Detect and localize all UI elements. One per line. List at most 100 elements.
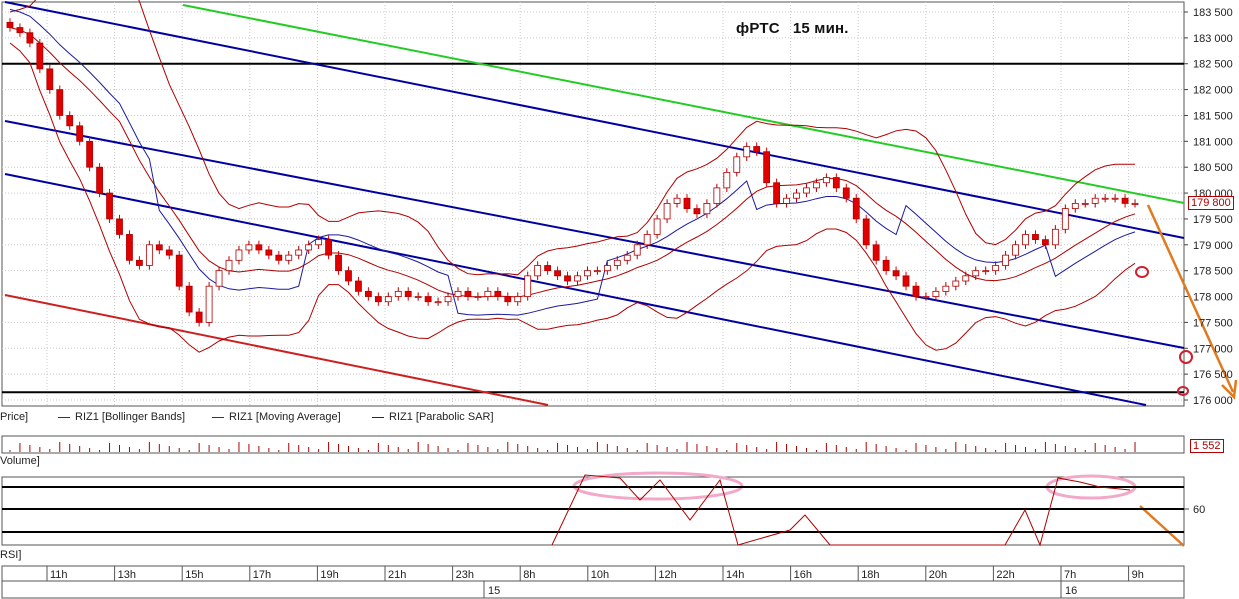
candle-body: [464, 290, 472, 297]
candle-body: [335, 254, 342, 272]
candle-body: [982, 270, 990, 273]
candle-body: [136, 259, 143, 266]
candle-body: [912, 285, 920, 297]
time-tick-label: 15h: [185, 569, 203, 581]
candle-body: [763, 151, 771, 184]
rsi-pane-label: RSI]: [0, 549, 22, 561]
candle-body: [504, 296, 512, 303]
candle-body: [584, 270, 591, 277]
candle-body: [643, 234, 651, 246]
candle-body: [872, 244, 880, 261]
time-tick-label: 18h: [861, 569, 879, 581]
price-tick-label: 183 000: [1193, 33, 1233, 45]
price-tick-label: 178 000: [1193, 292, 1233, 304]
candle-body: [185, 285, 193, 313]
candle-body: [404, 290, 412, 297]
candle-body: [723, 171, 731, 189]
candle-body: [325, 239, 332, 256]
time-tick-label: 8h: [523, 569, 535, 581]
candle-body: [474, 296, 482, 298]
time-tick-label: 14h: [726, 569, 744, 581]
candle-body: [454, 290, 462, 297]
candle-body: [36, 42, 44, 70]
time-tick-label: 7h: [1064, 569, 1076, 581]
price-tick-label: 181 500: [1193, 110, 1233, 122]
candle-body: [384, 296, 392, 303]
candle-body: [126, 234, 133, 261]
candle-body: [852, 197, 860, 220]
rsi-level-label: 60: [1193, 504, 1206, 516]
candle-body: [414, 296, 422, 298]
candle-body: [773, 182, 781, 204]
candle-body: [1131, 203, 1139, 205]
candle-body: [922, 296, 930, 298]
candle-body: [1081, 203, 1089, 205]
price-tick-label: 178 500: [1193, 266, 1233, 278]
price-tick-label: 183 500: [1193, 7, 1233, 19]
candle-body: [753, 146, 761, 153]
candle-body: [494, 290, 502, 297]
candle-body: [703, 203, 711, 215]
candle-body: [603, 265, 611, 272]
price-chart: 183 500 183 000 182 500 182 000 181 500 181 0…: [0, 0, 1239, 599]
candle-body: [962, 275, 970, 282]
candle-body: [255, 244, 263, 251]
candle-body: [783, 197, 790, 204]
candle-body: [862, 218, 870, 246]
last-price-tag: 179 800: [1188, 196, 1234, 210]
candle-body: [215, 270, 223, 287]
candle-body: [16, 27, 24, 34]
price-tick-label: 181 000: [1193, 136, 1233, 148]
candle-body: [544, 265, 552, 272]
time-tick-label: 20h: [929, 569, 947, 581]
candle-body: [195, 311, 203, 323]
candle-body: [1032, 234, 1039, 241]
candle-body: [673, 197, 681, 204]
candle-body: [564, 275, 571, 282]
volume-pane-label: Volume]: [0, 455, 40, 467]
time-tick-label: 19h: [320, 569, 338, 581]
candle-body: [225, 259, 233, 272]
legend-moving-average: RIZ1 [Moving Average]: [212, 411, 341, 423]
candle-body: [733, 156, 741, 173]
candle-body: [285, 254, 293, 261]
candle-body: [653, 218, 661, 235]
time-tick-label: 16h: [794, 569, 812, 581]
chart-title: фРТС 15 мин.: [736, 20, 849, 37]
candle-body: [106, 192, 113, 220]
candle-body: [534, 265, 542, 277]
candle-body: [743, 146, 751, 158]
candle-body: [6, 21, 14, 28]
candle-body: [374, 296, 382, 303]
candle-body: [345, 270, 352, 282]
candle-body: [623, 254, 631, 261]
candle-body: [394, 290, 402, 297]
candle-body: [245, 244, 253, 251]
time-tick-label: 9h: [1132, 569, 1144, 581]
candle-body: [613, 259, 621, 266]
candle-body: [295, 249, 303, 256]
candle-body: [902, 275, 910, 287]
candle-body: [1101, 197, 1109, 200]
candle-body: [1071, 203, 1079, 209]
candle-body: [96, 166, 103, 194]
candle-body: [235, 249, 243, 261]
candle-body: [942, 285, 950, 292]
day-tick-label: 16: [1065, 585, 1077, 597]
price-tick-label: 179 500: [1193, 214, 1233, 226]
candle-body: [364, 290, 372, 297]
candle-body: [813, 182, 820, 189]
day-tick-label: 15: [488, 585, 500, 597]
legend-bollinger-bands: RIZ1 [Bollinger Bands]: [58, 411, 185, 423]
candle-body: [1121, 197, 1129, 204]
candle-body: [1022, 234, 1029, 246]
volume-last-value: 1 552: [1190, 439, 1224, 453]
candle-body: [315, 239, 323, 246]
price-tick-label: 176 000: [1193, 395, 1233, 407]
candle-body: [524, 275, 532, 297]
candle-body: [265, 249, 273, 256]
candle-body: [554, 270, 561, 277]
candle-body: [355, 280, 362, 292]
legend-parabolic-sar: RIZ1 [Parabolic SAR]: [372, 411, 494, 423]
candle-body: [116, 218, 123, 235]
